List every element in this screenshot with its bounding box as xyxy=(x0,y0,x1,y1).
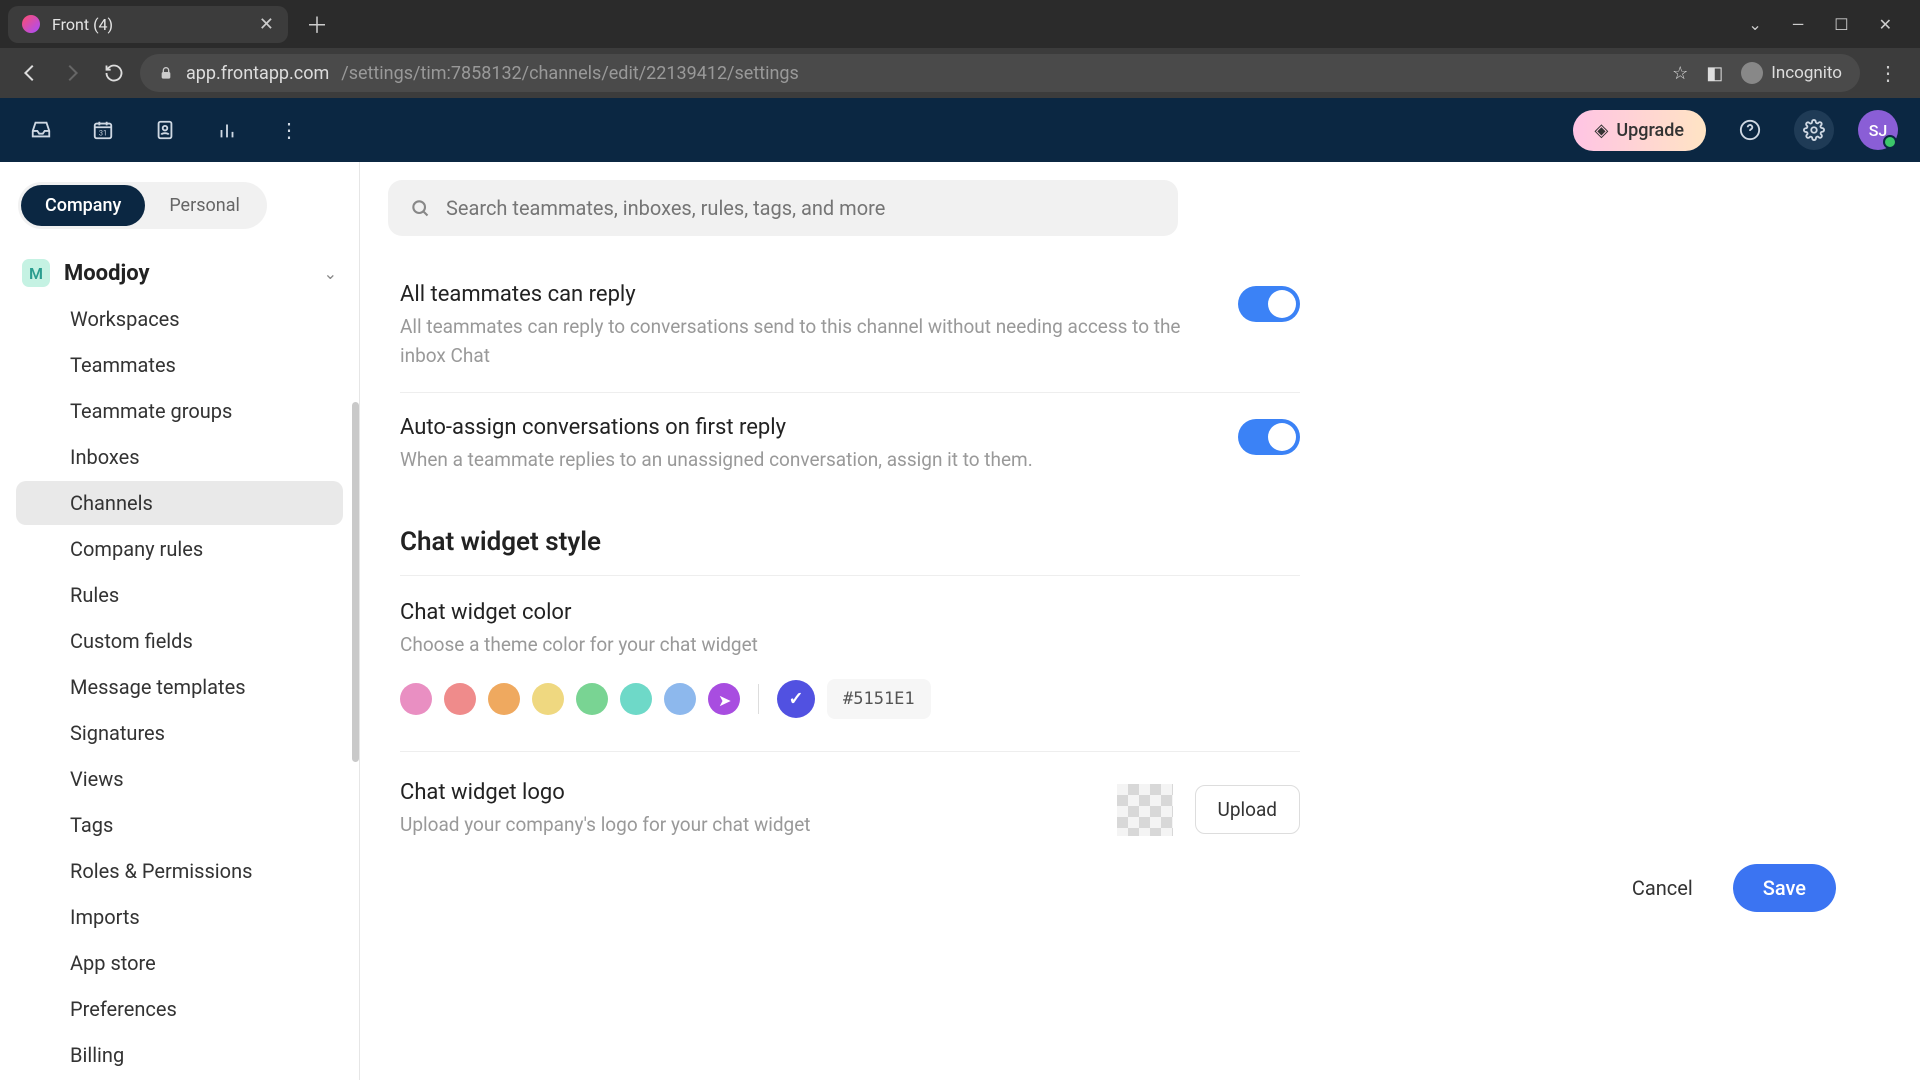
sidebar-item-message-templates[interactable]: Message templates xyxy=(16,665,343,709)
extension-icon[interactable]: ◧ xyxy=(1706,63,1723,84)
incognito-icon xyxy=(1741,62,1763,84)
front-favicon-icon xyxy=(22,15,40,33)
forward-button xyxy=(56,57,88,89)
sidebar-item-rules[interactable]: Rules xyxy=(16,573,343,617)
color-swatch[interactable] xyxy=(488,683,520,715)
upgrade-label: Upgrade xyxy=(1616,120,1684,141)
sidebar-item-custom-fields[interactable]: Custom fields xyxy=(16,619,343,663)
color-swatch[interactable] xyxy=(620,683,652,715)
close-tab-icon[interactable]: ✕ xyxy=(259,14,274,35)
chevron-down-icon[interactable]: ⌄ xyxy=(1748,15,1761,34)
upload-button[interactable]: Upload xyxy=(1195,785,1301,834)
sidebar-item-preferences[interactable]: Preferences xyxy=(16,987,343,1031)
avatar-initials: SJ xyxy=(1869,121,1888,140)
maximize-icon[interactable]: ☐ xyxy=(1834,15,1848,34)
back-button[interactable] xyxy=(14,57,46,89)
browser-menu-icon[interactable]: ⋮ xyxy=(1870,61,1906,85)
scope-personal[interactable]: Personal xyxy=(145,185,264,226)
minimize-icon[interactable]: ― xyxy=(1792,15,1805,34)
color-swatch[interactable] xyxy=(400,683,432,715)
color-desc: Choose a theme color for your chat widge… xyxy=(400,631,1190,660)
scope-switch: Company Personal xyxy=(18,182,267,229)
url-field[interactable]: app.frontapp.com/settings/tim:7858132/ch… xyxy=(140,54,1860,92)
cancel-button[interactable]: Cancel xyxy=(1612,864,1713,912)
setting-all-reply-title: All teammates can reply xyxy=(400,282,1218,307)
analytics-icon[interactable] xyxy=(208,111,246,149)
tab-title: Front (4) xyxy=(52,15,239,34)
close-window-icon[interactable]: ✕ xyxy=(1879,15,1892,34)
setting-auto-assign-desc: When a teammate replies to an unassigned… xyxy=(400,446,1190,475)
color-title: Chat widget color xyxy=(400,600,1880,625)
incognito-label: Incognito xyxy=(1771,63,1842,83)
address-bar: app.frontapp.com/settings/tim:7858132/ch… xyxy=(0,48,1920,98)
diamond-icon: ◈ xyxy=(1595,120,1609,141)
sidebar-item-app-store[interactable]: App store xyxy=(16,941,343,985)
toggle-auto-assign[interactable] xyxy=(1238,419,1300,455)
contacts-icon[interactable] xyxy=(146,111,184,149)
workspace-name: Moodjoy xyxy=(64,261,310,286)
settings-button[interactable] xyxy=(1794,110,1834,150)
main-content: All teammates can reply All teammates ca… xyxy=(360,162,1920,1080)
sidebar-item-signatures[interactable]: Signatures xyxy=(16,711,343,755)
help-button[interactable] xyxy=(1730,110,1770,150)
more-icon[interactable]: ⋮ xyxy=(270,111,308,149)
logo-placeholder xyxy=(1117,784,1173,836)
sidebar-item-views[interactable]: Views xyxy=(16,757,343,801)
star-icon[interactable]: ☆ xyxy=(1672,63,1688,84)
logo-desc: Upload your company's logo for your chat… xyxy=(400,811,1117,840)
color-swatch[interactable] xyxy=(532,683,564,715)
incognito-badge: Incognito xyxy=(1741,62,1842,84)
cursor-icon: ➤ xyxy=(718,691,731,710)
workspace-selector[interactable]: M Moodjoy ⌄ xyxy=(12,251,347,295)
search-input[interactable] xyxy=(446,196,1156,220)
sidebar: Company Personal M Moodjoy ⌄ WorkspacesT… xyxy=(0,162,360,1080)
sidebar-item-imports[interactable]: Imports xyxy=(16,895,343,939)
chevron-down-icon: ⌄ xyxy=(324,264,337,283)
url-host: app.frontapp.com xyxy=(186,63,329,84)
logo-title: Chat widget logo xyxy=(400,780,1117,805)
sidebar-item-inboxes[interactable]: Inboxes xyxy=(16,435,343,479)
sidebar-item-roles-permissions[interactable]: Roles & Permissions xyxy=(16,849,343,893)
search-box[interactable] xyxy=(388,180,1178,236)
new-tab-button[interactable]: ＋ xyxy=(288,8,346,40)
sidebar-item-teammates[interactable]: Teammates xyxy=(16,343,343,387)
sidebar-item-teammate-groups[interactable]: Teammate groups xyxy=(16,389,343,433)
sidebar-item-channels[interactable]: Channels xyxy=(16,481,343,525)
sidebar-item-billing[interactable]: Billing xyxy=(16,1033,343,1077)
avatar[interactable]: SJ xyxy=(1858,110,1898,150)
section-chat-style: Chat widget style xyxy=(400,497,1300,576)
browser-tab-bar: Front (4) ✕ ＋ ⌄ ― ☐ ✕ xyxy=(0,0,1920,48)
scope-company[interactable]: Company xyxy=(21,185,145,226)
inbox-icon[interactable] xyxy=(22,111,60,149)
sidebar-item-tags[interactable]: Tags xyxy=(16,803,343,847)
upgrade-button[interactable]: ◈ Upgrade xyxy=(1573,110,1706,151)
hex-input[interactable]: #5151E1 xyxy=(827,679,931,719)
color-swatch[interactable] xyxy=(444,683,476,715)
color-swatch-selected[interactable] xyxy=(777,680,815,718)
browser-tab[interactable]: Front (4) ✕ xyxy=(8,6,288,43)
color-swatch[interactable] xyxy=(576,683,608,715)
url-path: /settings/tim:7858132/channels/edit/2213… xyxy=(341,63,799,84)
search-icon xyxy=(410,198,430,218)
setting-auto-assign-title: Auto-assign conversations on first reply xyxy=(400,415,1218,440)
divider xyxy=(758,684,759,714)
save-button[interactable]: Save xyxy=(1733,864,1836,912)
reload-button[interactable] xyxy=(98,57,130,89)
workspace-badge: M xyxy=(22,259,50,287)
app-header: 31 ⋮ ◈ Upgrade SJ xyxy=(0,98,1920,162)
color-swatch[interactable] xyxy=(664,683,696,715)
color-swatch[interactable]: ➤ xyxy=(708,683,740,715)
calendar-icon[interactable]: 31 xyxy=(84,111,122,149)
svg-text:31: 31 xyxy=(99,129,107,138)
setting-all-reply-desc: All teammates can reply to conversations… xyxy=(400,313,1190,370)
toggle-all-reply[interactable] xyxy=(1238,286,1300,322)
sidebar-item-workspaces[interactable]: Workspaces xyxy=(16,297,343,341)
sidebar-item-company-rules[interactable]: Company rules xyxy=(16,527,343,571)
